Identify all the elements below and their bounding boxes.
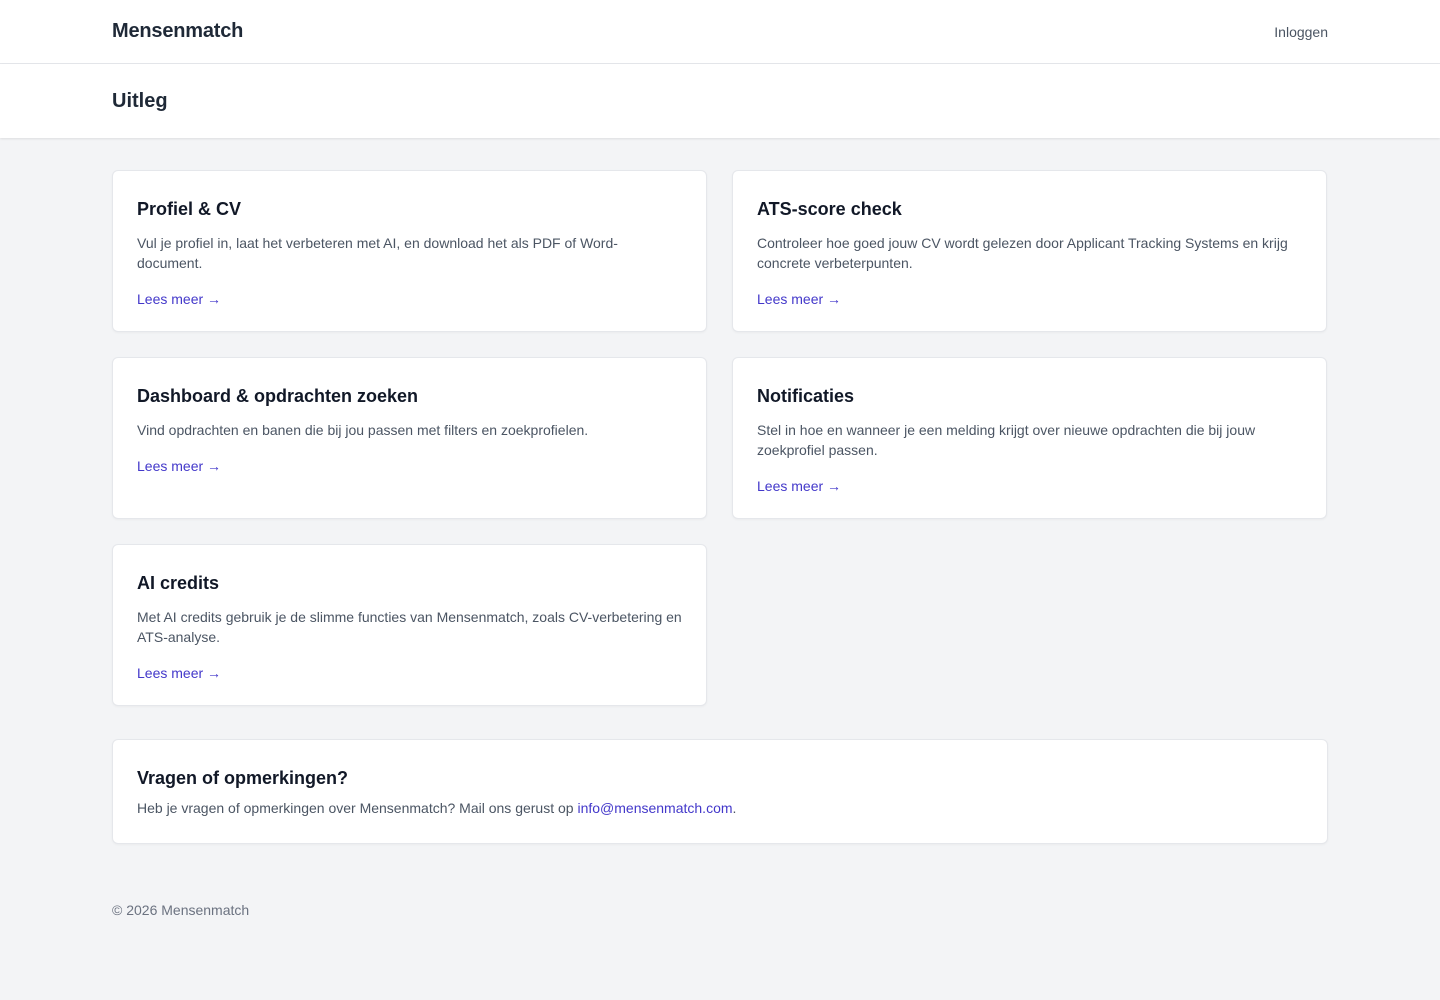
copyright-text: © 2026 Mensenmatch [112,902,250,918]
main-content: Profiel & CV Vul je profiel in, laat het… [0,138,1440,844]
card-description: Stel in hoe en wanneer je een melding kr… [757,422,1256,458]
card-description: Controleer hoe goed jouw CV wordt geleze… [757,235,1288,271]
card-grid: Profiel & CV Vul je profiel in, laat het… [112,170,1328,706]
contact-text-before: Heb je vragen of opmerkingen over Mensen… [137,800,578,816]
card-description: Vind opdrachten en banen die bij jou pas… [137,422,589,438]
card-title: AI credits [137,573,220,593]
top-navigation: Mensenmatch Inloggen [0,0,1440,64]
contact-section: Vragen of opmerkingen? Heb je vragen of … [112,739,1328,844]
page-footer: © 2026 Mensenmatch [0,844,1440,918]
card-title: ATS-score check [757,199,902,219]
contact-title: Vragen of opmerkingen? [137,768,349,788]
contact-email-link[interactable]: info@mensenmatch.com [577,800,732,816]
card-ats-score-check: ATS-score check Controleer hoe goed jouw… [732,170,1327,332]
card-description: Vul je profiel in, laat het verbeteren m… [137,235,618,271]
brand-logo[interactable]: Mensenmatch [112,20,243,43]
card-notificaties: Notificaties Stel in hoe en wanneer je e… [732,357,1327,519]
card-title: Notificaties [757,386,855,406]
card-dashboard: Dashboard & opdrachten zoeken Vind opdra… [112,357,707,519]
page-header: Uitleg [0,64,1440,138]
card-profiel-cv: Profiel & CV Vul je profiel in, laat het… [112,170,707,332]
login-link[interactable]: Inloggen [1274,24,1328,40]
card-title: Dashboard & opdrachten zoeken [137,386,419,406]
contact-text: Heb je vragen of opmerkingen over Mensen… [137,798,1303,818]
card-description: Met AI credits gebruik je de slimme func… [137,609,682,645]
card-ai-credits: AI credits Met AI credits gebruik je de … [112,544,707,706]
lees-meer-link[interactable]: Lees meer → [757,478,841,494]
lees-meer-link[interactable]: Lees meer → [137,458,221,474]
page-title: Uitleg [112,89,168,112]
contact-text-after: . [732,800,737,816]
lees-meer-link[interactable]: Lees meer → [137,665,221,681]
lees-meer-link[interactable]: Lees meer → [137,291,221,307]
card-title: Profiel & CV [137,199,242,219]
lees-meer-link[interactable]: Lees meer → [757,291,841,307]
